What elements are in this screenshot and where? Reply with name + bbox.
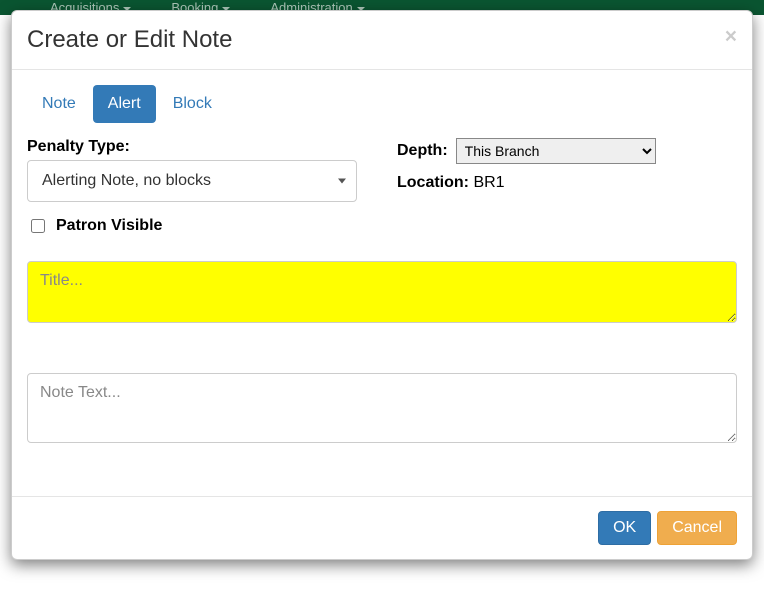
- modal-title: Create or Edit Note: [27, 26, 232, 54]
- patron-visible-checkbox[interactable]: [31, 219, 45, 233]
- penalty-type-selected: Alerting Note, no blocks: [42, 172, 211, 190]
- penalty-type-select[interactable]: Alerting Note, no blocks: [27, 160, 357, 202]
- location-row: Location: BR1: [397, 174, 737, 192]
- ok-button[interactable]: OK: [598, 511, 651, 545]
- patron-visible-label: Patron Visible: [56, 217, 162, 235]
- tab-block[interactable]: Block: [158, 85, 227, 123]
- create-edit-note-modal: Create or Edit Note × Note Alert Block P…: [11, 10, 753, 560]
- chevron-down-icon: [338, 179, 346, 184]
- note-text-input[interactable]: [27, 373, 737, 443]
- modal-backdrop: Create or Edit Note × Note Alert Block P…: [0, 0, 764, 610]
- depth-label: Depth:: [397, 142, 448, 160]
- tab-note[interactable]: Note: [27, 85, 91, 123]
- modal-header: Create or Edit Note ×: [12, 11, 752, 70]
- tab-alert[interactable]: Alert: [93, 85, 156, 123]
- mode-tabs: Note Alert Block: [27, 85, 737, 123]
- close-button[interactable]: ×: [725, 26, 737, 47]
- depth-select[interactable]: This Branch: [456, 138, 656, 164]
- depth-location-group: Depth: This Branch Location: BR1: [397, 138, 737, 202]
- form-row-top: Penalty Type: Alerting Note, no blocks D…: [27, 138, 737, 202]
- modal-body: Note Alert Block Penalty Type: Alerting …: [12, 70, 752, 448]
- cancel-button[interactable]: Cancel: [657, 511, 737, 545]
- location-value: BR1: [473, 174, 504, 191]
- title-input[interactable]: [27, 261, 737, 323]
- modal-footer: OK Cancel: [12, 496, 752, 559]
- penalty-type-group: Penalty Type: Alerting Note, no blocks: [27, 138, 377, 202]
- depth-row: Depth: This Branch: [397, 138, 737, 164]
- penalty-type-label: Penalty Type:: [27, 138, 377, 156]
- patron-visible-row[interactable]: Patron Visible: [27, 216, 737, 236]
- location-label: Location:: [397, 174, 469, 191]
